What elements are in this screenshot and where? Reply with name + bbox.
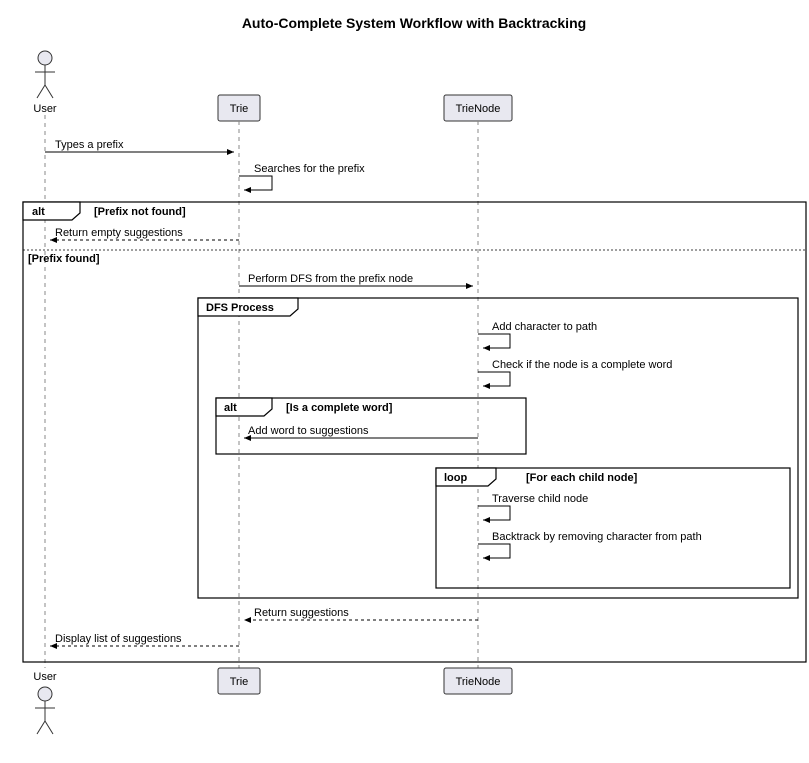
msg-empty: Return empty suggestions: [55, 227, 183, 239]
participant-trie-top: Trie: [218, 95, 260, 121]
cond-found: [Prefix found]: [28, 253, 100, 265]
msg-dfs: Perform DFS from the prefix node: [248, 273, 413, 285]
msg-traverse: Traverse child node: [492, 493, 588, 505]
svg-text:User: User: [33, 671, 57, 683]
svg-text:Trie: Trie: [230, 103, 249, 115]
msg-types-prefix: Types a prefix: [55, 139, 124, 151]
msg-return: Return suggestions: [254, 607, 349, 619]
msg-add-char: Add character to path: [492, 321, 597, 333]
alt-frame: [23, 202, 806, 662]
participant-trienode-bottom: TrieNode: [444, 668, 512, 694]
alt-label: alt: [32, 206, 45, 218]
sequence-diagram: Auto-Complete System Workflow with Backt…: [10, 10, 809, 753]
actor-user-top: User: [33, 51, 57, 115]
msg-check-word: Check if the node is a complete word: [492, 359, 672, 371]
cond-child: [For each child node]: [526, 472, 638, 484]
loop-label: loop: [444, 472, 467, 484]
svg-text:User: User: [33, 103, 57, 115]
svg-text:TrieNode: TrieNode: [456, 103, 501, 115]
dfs-label: DFS Process: [206, 302, 274, 314]
svg-text:Trie: Trie: [230, 676, 249, 688]
participant-trienode-top: TrieNode: [444, 95, 512, 121]
msg-add-word: Add word to suggestions: [248, 425, 369, 437]
cond-complete: [Is a complete word]: [286, 402, 393, 414]
svg-text:TrieNode: TrieNode: [456, 676, 501, 688]
msg-display: Display list of suggestions: [55, 633, 182, 645]
actor-user-bottom: User: [33, 671, 57, 734]
svg-text:alt: alt: [224, 402, 237, 414]
participant-trie-bottom: Trie: [218, 668, 260, 694]
dfs-frame: [198, 298, 798, 598]
loop-frame: [436, 468, 790, 588]
msg-backtrack: Backtrack by removing character from pat…: [492, 531, 702, 543]
diagram-title: Auto-Complete System Workflow with Backt…: [242, 15, 586, 31]
cond-not-found: [Prefix not found]: [94, 206, 186, 218]
msg-search-prefix: Searches for the prefix: [254, 163, 365, 175]
